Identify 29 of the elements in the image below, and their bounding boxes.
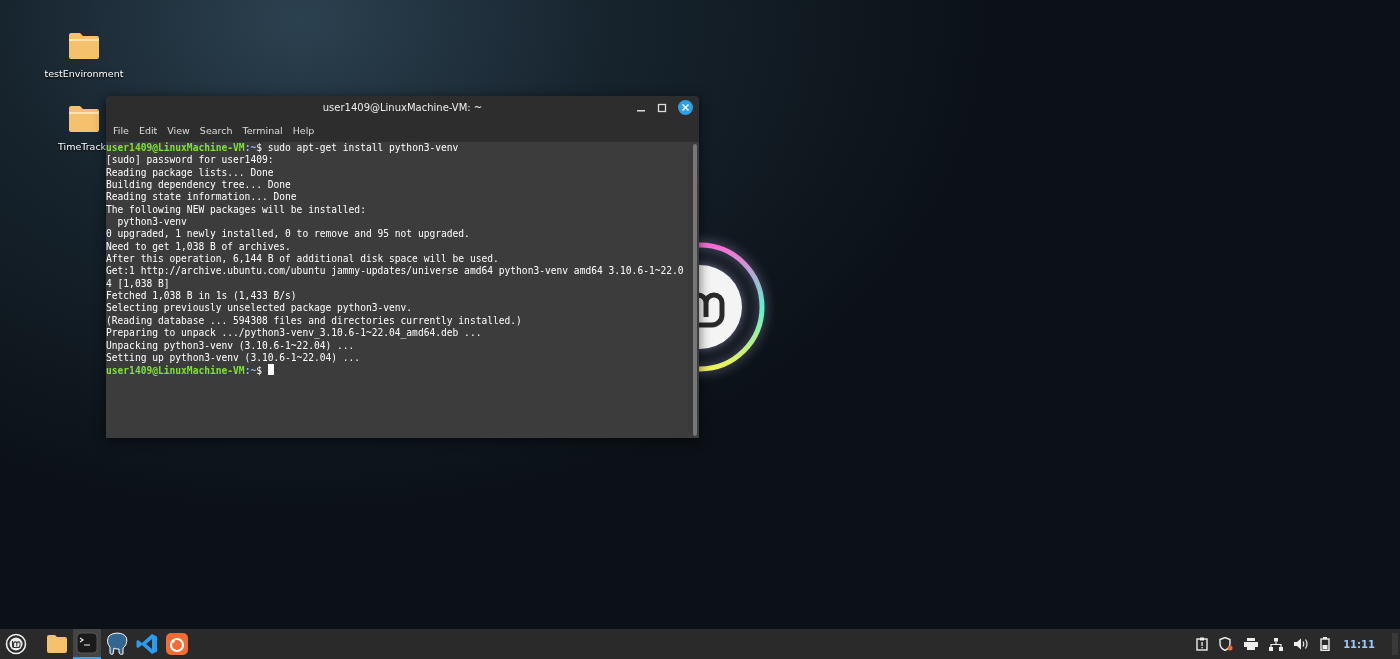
- window-title: user1409@LinuxMachine-VM: ~: [322, 102, 483, 113]
- terminal-line: 0 upgraded, 1 newly installed, 0 to remove and 95 not upgraded.: [106, 228, 471, 241]
- terminal-line: Unpacking python3-venv (3.10.6-1~22.04) ...: [106, 339, 356, 352]
- terminal-line: Preparing to unpack .../python3-venv_3.10.6-1~22.04_amd64.deb ...: [106, 327, 483, 340]
- terminal-line: 4 [1,038 B]: [106, 277, 171, 291]
- terminal-line: The following NEW packages will be installed:: [106, 203, 367, 217]
- terminal-line: Reading state information... Done: [106, 191, 298, 204]
- terminal-line: Reading package lists... Done: [106, 166, 275, 180]
- clock[interactable]: 11:11: [1343, 638, 1375, 650]
- terminal-line: Get:1 http://archive.ubuntu.com/ubuntu jammy-updates/universe amd64 python3-venv amd64 3.10.6-1~22.0: [106, 265, 685, 278]
- menu-item[interactable]: File: [108, 125, 134, 136]
- desktop-icon-label[interactable]: TimeTrack: [58, 141, 107, 152]
- menu-item[interactable]: View: [162, 125, 195, 136]
- terminal-line: Need to get 1,038 B of archives.: [106, 240, 292, 254]
- terminal-line: Selecting previously unselected package python3-venv.: [106, 302, 414, 315]
- menu-item[interactable]: Help: [287, 125, 320, 136]
- terminal-line: (Reading database ... 594308 files and directories currently installed.): [106, 314, 523, 328]
- terminal-line: python3-venv: [116, 216, 188, 229]
- terminal-line: [sudo] password for user1409:: [106, 154, 275, 167]
- menu-item[interactable]: Search: [194, 125, 238, 136]
- menu-item[interactable]: Terminal: [237, 125, 288, 136]
- terminal-line: After this operation, 6,144 B of additional disk space will be used.: [106, 253, 500, 266]
- terminal-line: Fetched 1,038 B in 1s (1,433 B/s): [106, 290, 298, 303]
- menu-item[interactable]: Edit: [133, 125, 163, 136]
- terminal-line: user1409@LinuxMachine-VM:~$: [106, 364, 691, 377]
- terminal-line: Building dependency tree... Done: [106, 179, 292, 192]
- desktop-icon-label[interactable]: testEnvironment: [44, 68, 124, 79]
- terminal-line: user1409@LinuxMachine-VM:~$ sudo apt-get install python3-venv: [106, 142, 460, 155]
- terminal-line: Setting up python3-venv (3.10.6-1~22.04) ...: [106, 351, 362, 365]
